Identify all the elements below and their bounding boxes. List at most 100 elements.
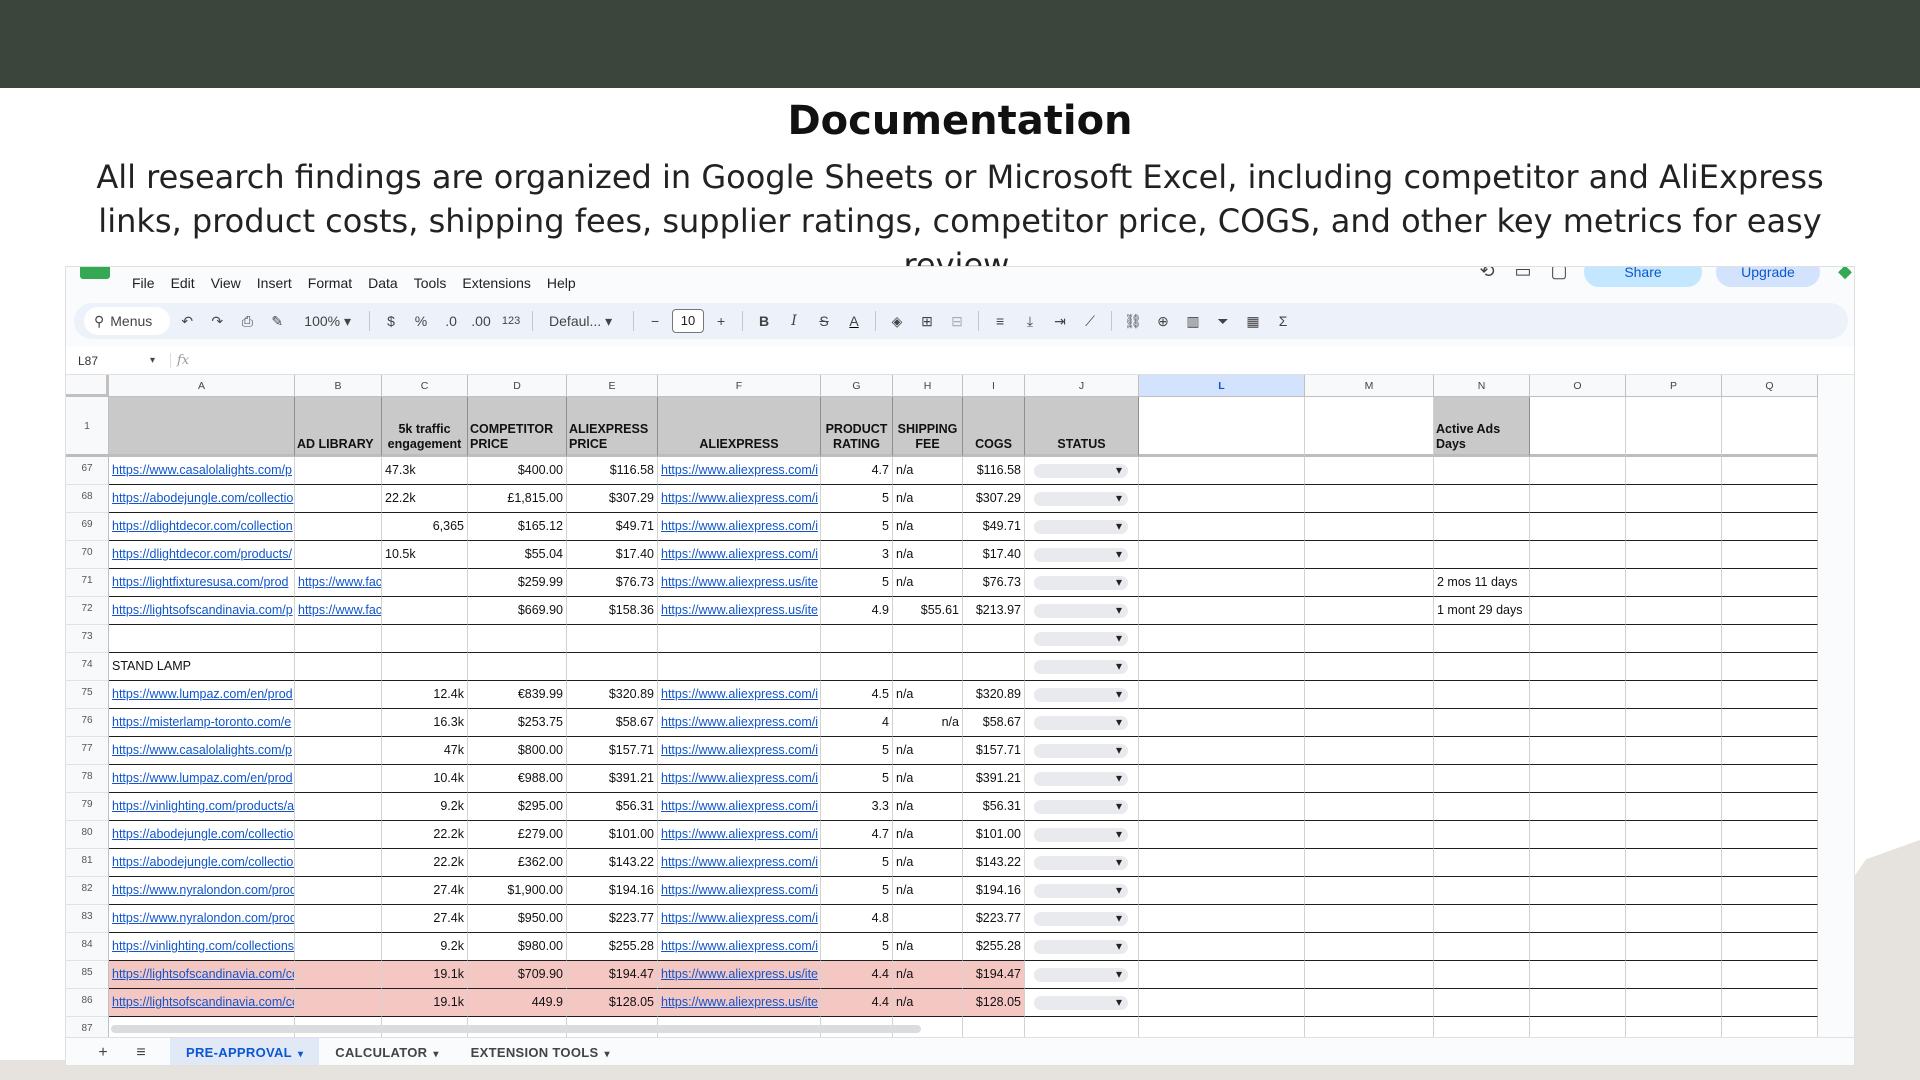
status-dropdown[interactable]: [1034, 709, 1128, 736]
cell-c[interactable]: 19.1k: [382, 961, 468, 989]
cell-n[interactable]: [1434, 485, 1530, 513]
chevron-down-icon[interactable]: ▾: [433, 1049, 438, 1060]
cell-a[interactable]: https://lightsofscandinavia.com/collecti…: [109, 989, 295, 1017]
row-number[interactable]: 80: [66, 821, 109, 849]
cell-c[interactable]: 12.4k: [382, 681, 468, 709]
select-all-corner[interactable]: [66, 375, 109, 397]
column-header-e[interactable]: E: [567, 375, 658, 397]
number-format-button[interactable]: 123: [498, 308, 524, 334]
cell-o[interactable]: [1530, 821, 1626, 849]
status-dropdown[interactable]: [1034, 989, 1128, 1016]
cell-d[interactable]: £279.00: [468, 821, 567, 849]
cell-o[interactable]: [1530, 597, 1626, 625]
row-number[interactable]: 70: [66, 541, 109, 569]
column-header-p[interactable]: P: [1626, 375, 1722, 397]
cell-h[interactable]: n/a: [893, 989, 963, 1017]
cell-c[interactable]: [382, 625, 468, 653]
status-cell[interactable]: [1025, 625, 1139, 653]
cell-i[interactable]: $143.22: [963, 849, 1025, 877]
cell-q[interactable]: [1722, 961, 1818, 989]
status-cell[interactable]: [1025, 457, 1139, 485]
status-cell[interactable]: [1025, 821, 1139, 849]
cell-m[interactable]: [1305, 737, 1434, 765]
row-number[interactable]: 68: [66, 485, 109, 513]
column-header-d[interactable]: D: [468, 375, 567, 397]
cell-i[interactable]: $58.67: [963, 709, 1025, 737]
cell-o[interactable]: [1530, 541, 1626, 569]
cell-i[interactable]: [963, 625, 1025, 653]
cell-d[interactable]: [468, 653, 567, 681]
status-cell[interactable]: [1025, 709, 1139, 737]
cell-f[interactable]: https://www.aliexpress.com/i: [658, 877, 821, 905]
cell-e[interactable]: $157.71: [567, 737, 658, 765]
cell-f[interactable]: https://www.aliexpress.us/ite: [658, 989, 821, 1017]
cell-q[interactable]: [1722, 877, 1818, 905]
cell-e[interactable]: $391.21: [567, 765, 658, 793]
header-cell-i[interactable]: COGS: [963, 397, 1025, 457]
cell-q[interactable]: [1722, 681, 1818, 709]
cell-p[interactable]: [1626, 849, 1722, 877]
cell-g[interactable]: 5: [821, 877, 893, 905]
cell-o[interactable]: [1530, 905, 1626, 933]
row-number[interactable]: 82: [66, 877, 109, 905]
cell-h[interactable]: n/a: [893, 793, 963, 821]
cell-m[interactable]: [1305, 961, 1434, 989]
cell-h[interactable]: n/a: [893, 821, 963, 849]
cell-p[interactable]: [1626, 681, 1722, 709]
column-header-h[interactable]: H: [893, 375, 963, 397]
cell-p[interactable]: [1626, 541, 1722, 569]
cell-n[interactable]: [1434, 541, 1530, 569]
status-dropdown[interactable]: [1034, 961, 1128, 988]
cell-c[interactable]: 27.4k: [382, 877, 468, 905]
text-color-button[interactable]: A: [841, 308, 867, 334]
currency-format-button[interactable]: $: [378, 308, 404, 334]
cell-i[interactable]: $56.31: [963, 793, 1025, 821]
cell-e[interactable]: $194.16: [567, 877, 658, 905]
cell-i[interactable]: $101.00: [963, 821, 1025, 849]
cell-i[interactable]: $213.97: [963, 597, 1025, 625]
cell-l[interactable]: [1139, 457, 1305, 485]
cell-q[interactable]: [1722, 933, 1818, 961]
chevron-down-icon[interactable]: ▾: [150, 355, 170, 366]
status-cell[interactable]: [1025, 961, 1139, 989]
cell-c[interactable]: 47.3k: [382, 457, 468, 485]
cell-n[interactable]: [1434, 989, 1530, 1017]
cell-i[interactable]: $255.28: [963, 933, 1025, 961]
cell-i[interactable]: $307.29: [963, 485, 1025, 513]
cell-h[interactable]: n/a: [893, 877, 963, 905]
cell-b[interactable]: [295, 877, 382, 905]
cell-l[interactable]: [1139, 541, 1305, 569]
cell-g[interactable]: 5: [821, 485, 893, 513]
cell-g[interactable]: 5: [821, 933, 893, 961]
cell-h[interactable]: n/a: [893, 933, 963, 961]
sheet-tab-pre-approval[interactable]: PRE-APPROVAL ▾: [170, 1037, 320, 1065]
cell-p[interactable]: [1626, 457, 1722, 485]
header-cell-l[interactable]: [1139, 397, 1305, 457]
cell-o[interactable]: [1530, 849, 1626, 877]
cell-b[interactable]: [295, 457, 382, 485]
cell-d[interactable]: €839.99: [468, 681, 567, 709]
cell-b[interactable]: [295, 709, 382, 737]
cell-m[interactable]: [1305, 877, 1434, 905]
status-cell[interactable]: [1025, 793, 1139, 821]
cell-a[interactable]: STAND LAMP: [109, 653, 295, 681]
cell-q[interactable]: [1722, 485, 1818, 513]
cell-p[interactable]: [1626, 485, 1722, 513]
chevron-down-icon[interactable]: ▾: [298, 1049, 303, 1060]
row-number[interactable]: 75: [66, 681, 109, 709]
cell-o[interactable]: [1530, 737, 1626, 765]
header-cell-n[interactable]: Active Ads Days: [1434, 397, 1530, 457]
cell-d[interactable]: 449.9: [468, 989, 567, 1017]
cell-d[interactable]: $950.00: [468, 905, 567, 933]
cell-d[interactable]: £1,815.00: [468, 485, 567, 513]
status-cell[interactable]: [1025, 653, 1139, 681]
cell-n[interactable]: [1434, 933, 1530, 961]
status-dropdown[interactable]: [1034, 513, 1128, 540]
cell-b[interactable]: https://www.facebook.com/ads: [295, 597, 382, 625]
text-wrap-icon[interactable]: ⇥: [1047, 308, 1073, 334]
cell-o[interactable]: [1530, 625, 1626, 653]
cell-m[interactable]: [1305, 569, 1434, 597]
cell-n[interactable]: 2 mos 11 days: [1434, 569, 1530, 597]
cell-d[interactable]: $165.12: [468, 513, 567, 541]
cell-e[interactable]: $49.71: [567, 513, 658, 541]
